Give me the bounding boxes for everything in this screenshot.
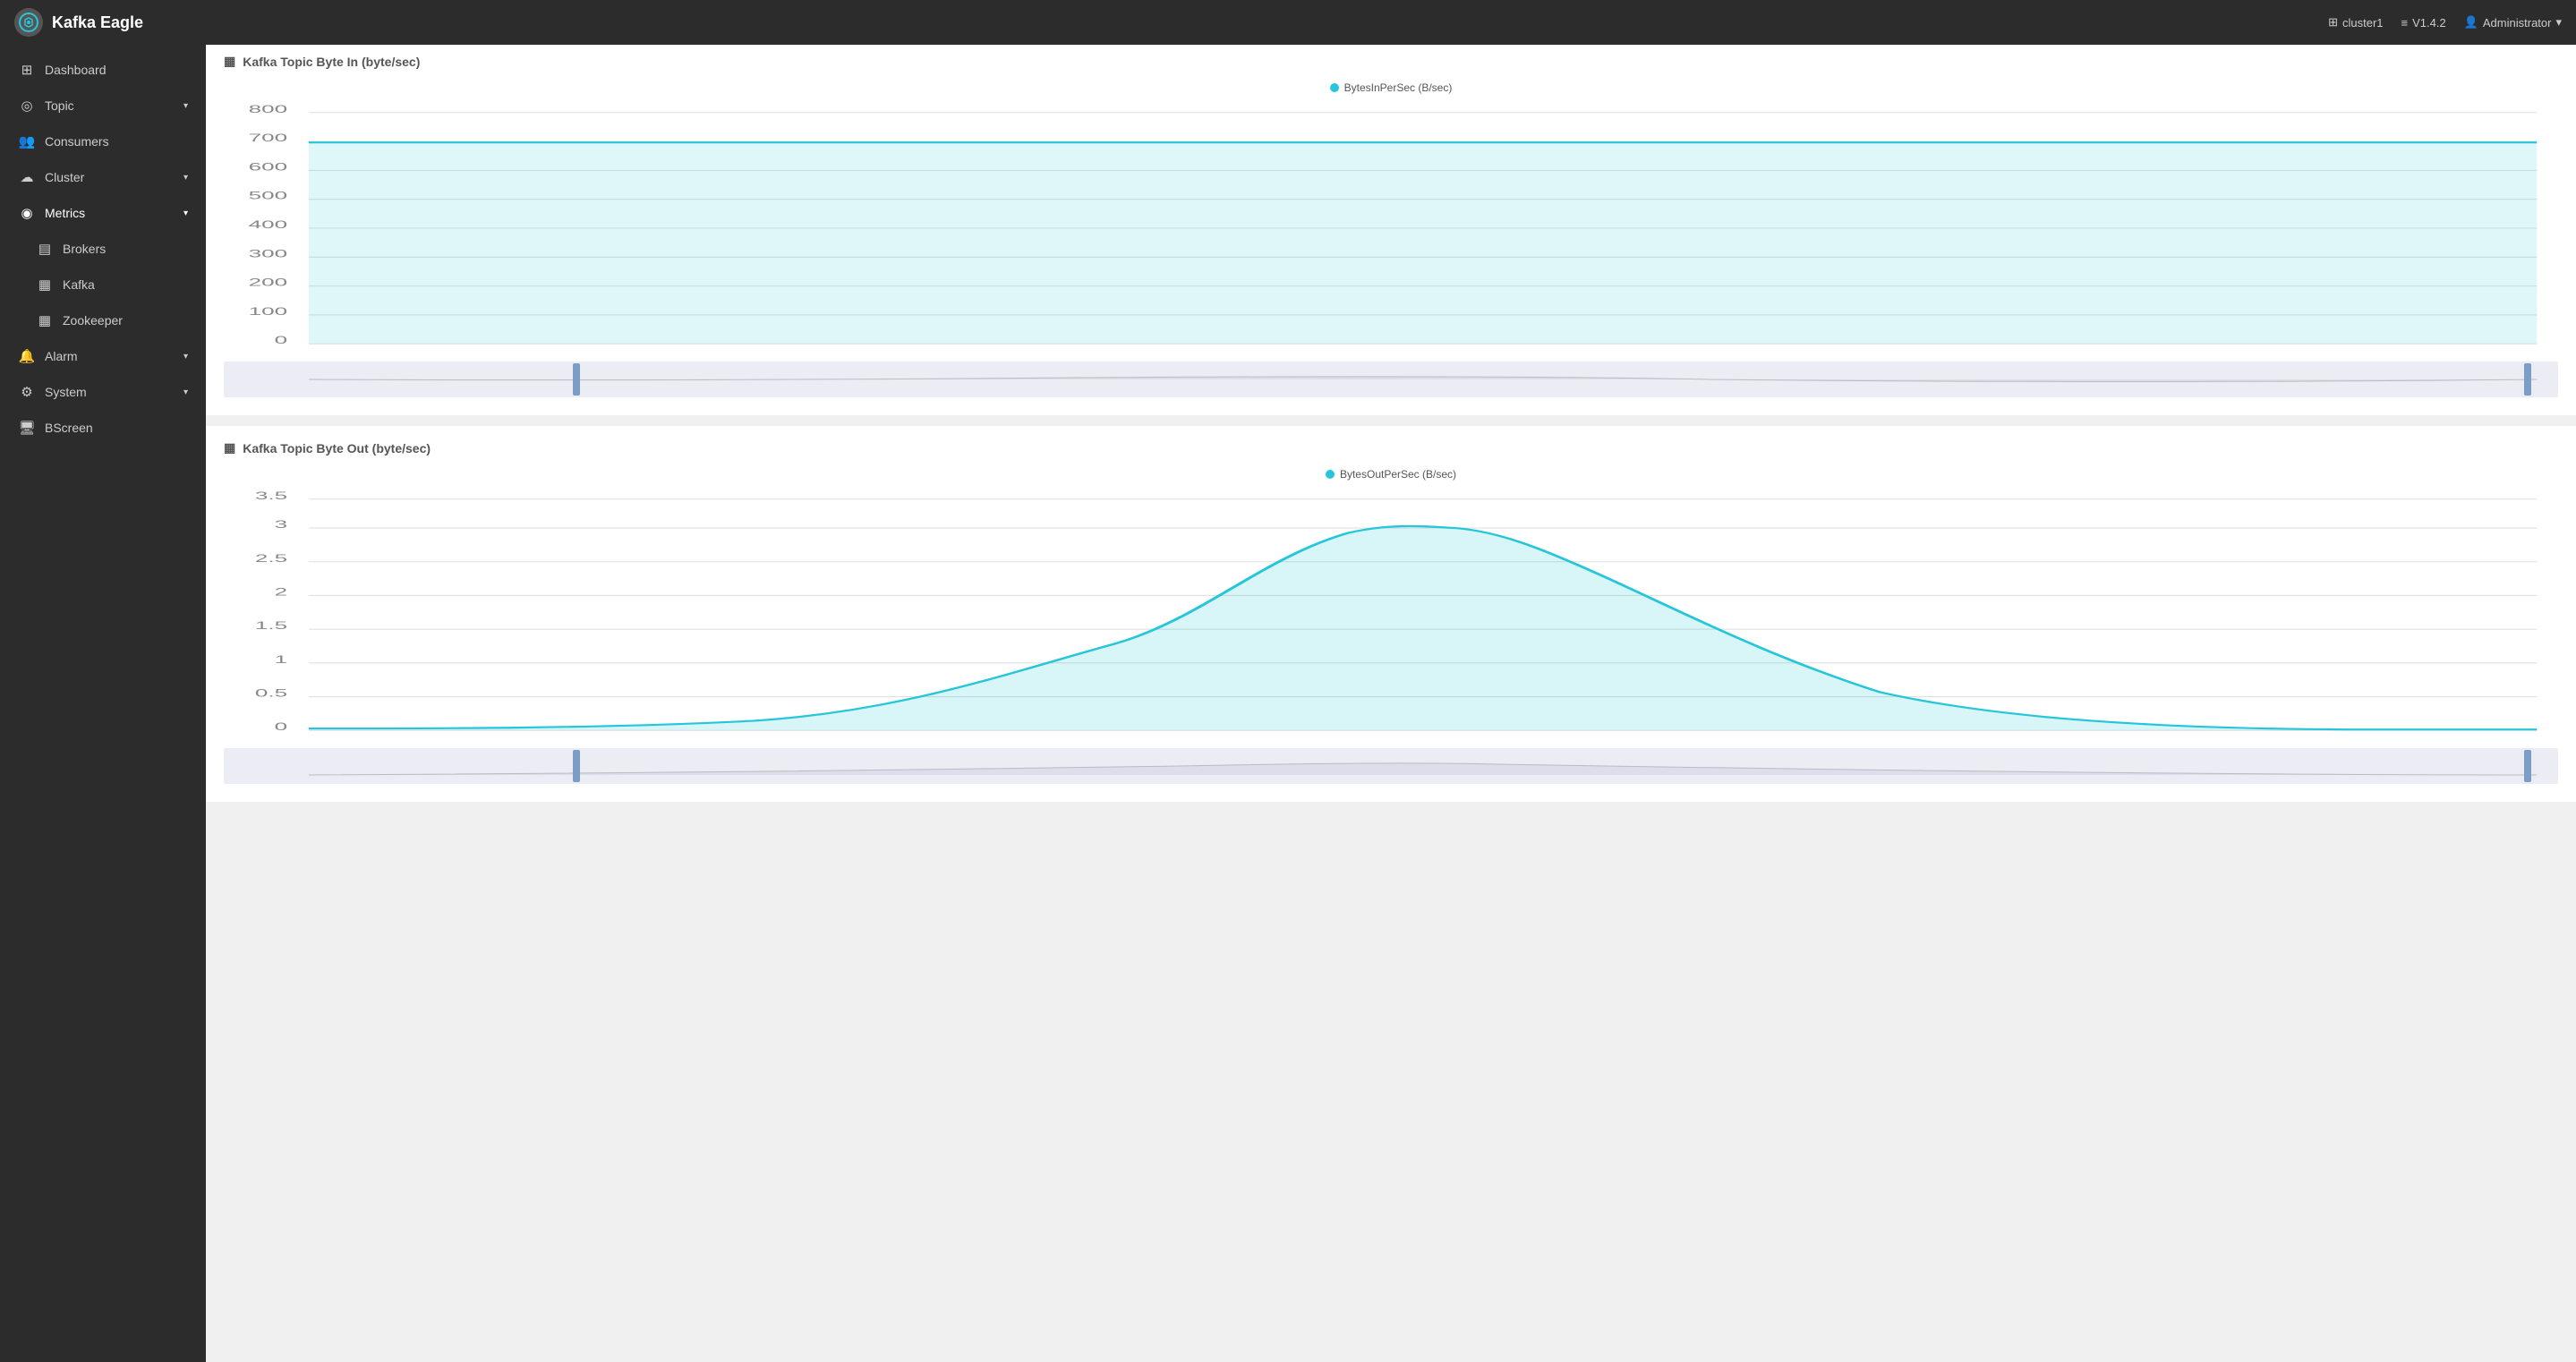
svg-text:400: 400	[249, 219, 288, 231]
byte-out-section: ▦ Kafka Topic Byte Out (byte/sec) BytesO…	[206, 426, 2576, 802]
sidebar-item-brokers[interactable]: ▤ Brokers	[0, 231, 206, 267]
user-dropdown-icon: ▾	[2555, 15, 2562, 30]
svg-text:3: 3	[275, 519, 288, 531]
byte-in-legend-dot	[1330, 83, 1339, 92]
user-icon: 👤	[2464, 15, 2478, 30]
alarm-icon: 🔔	[18, 348, 36, 364]
svg-text:600: 600	[249, 161, 288, 173]
svg-text:2.5: 2.5	[255, 553, 287, 565]
sidebar-label-brokers: Brokers	[63, 242, 106, 256]
brokers-icon: ▤	[36, 241, 54, 257]
svg-text:3.5: 3.5	[255, 490, 287, 502]
byte-in-scroll-right[interactable]	[2524, 363, 2531, 396]
svg-text:2019-12-28 02:42: 2019-12-28 02:42	[925, 739, 1093, 740]
version-info: ≡ V1.4.2	[2401, 16, 2446, 30]
sidebar-label-dashboard: Dashboard	[45, 63, 107, 77]
svg-text:0.5: 0.5	[255, 688, 287, 700]
sidebar-item-topic[interactable]: ◎ Topic ▾	[0, 88, 206, 123]
byte-out-legend-dot	[1326, 470, 1335, 479]
svg-text:2019-12-28 02:45: 2019-12-28 02:45	[1975, 739, 2143, 740]
sidebar-item-consumers[interactable]: 👥 Consumers	[0, 123, 206, 159]
svg-text:2: 2	[275, 587, 288, 599]
sidebar-label-cluster: Cluster	[45, 170, 84, 184]
app-name: Kafka Eagle	[52, 13, 143, 32]
svg-text:0: 0	[275, 335, 288, 346]
cluster-icon: ⊞	[2328, 15, 2338, 30]
topic-arrow-icon: ▾	[183, 101, 188, 111]
sidebar-label-kafka: Kafka	[63, 277, 95, 292]
sidebar-item-cluster[interactable]: ☁ Cluster ▾	[0, 159, 206, 195]
navbar: Kafka Eagle ⊞ cluster1 ≡ V1.4.2 👤 Admini…	[0, 0, 2576, 45]
byte-in-section: ▦ Kafka Topic Byte In (byte/sec) BytesIn…	[206, 45, 2576, 415]
sidebar-item-kafka[interactable]: ▦ Kafka	[0, 267, 206, 302]
brand: Kafka Eagle	[14, 8, 143, 37]
byte-in-scroll-left[interactable]	[573, 363, 580, 396]
main-content: ▦ Kafka Topic Byte In (byte/sec) BytesIn…	[206, 45, 2576, 1362]
sidebar-label-zookeeper: Zookeeper	[63, 313, 123, 328]
byte-out-mini-chart[interactable]	[224, 748, 2558, 784]
byte-in-chart: 0 100 200 300 400 500 600 700 800	[224, 103, 2558, 353]
sidebar-label-consumers: Consumers	[45, 134, 109, 149]
svg-text:2019-12-28 02:44: 2019-12-28 02:44	[1625, 739, 1793, 740]
svg-text:800: 800	[249, 104, 288, 115]
sidebar-label-system: System	[45, 385, 87, 399]
cluster-info: ⊞ cluster1	[2328, 15, 2383, 30]
svg-text:700: 700	[249, 132, 288, 144]
byte-in-mini-chart[interactable]	[224, 362, 2558, 397]
cluster-arrow-icon: ▾	[183, 173, 188, 183]
system-icon: ⚙	[18, 384, 36, 400]
sidebar-item-bscreen[interactable]: 🖥 BScreen	[0, 410, 206, 446]
sidebar-label-topic: Topic	[45, 98, 74, 113]
consumers-icon: 👥	[18, 133, 36, 149]
byte-out-scroll-right[interactable]	[2524, 750, 2531, 782]
topic-icon: ◎	[18, 98, 36, 114]
byte-out-title-icon: ▦	[224, 440, 235, 455]
alarm-arrow-icon: ▾	[183, 352, 188, 362]
byte-in-legend: BytesInPerSec (B/sec)	[224, 81, 2558, 94]
zookeeper-icon: ▦	[36, 312, 54, 328]
svg-text:1.5: 1.5	[255, 620, 287, 632]
byte-in-title-icon: ▦	[224, 54, 235, 69]
svg-text:500: 500	[249, 191, 288, 202]
byte-out-chart: 0 0.5 1 1.5 2 2.5 3 3.5	[224, 489, 2558, 740]
sidebar-item-alarm[interactable]: 🔔 Alarm ▾	[0, 338, 206, 374]
sidebar: ⊞ Dashboard ◎ Topic ▾ 👥 Consumers ☁ Clus…	[0, 45, 206, 1362]
byte-out-title: ▦ Kafka Topic Byte Out (byte/sec)	[224, 440, 2558, 455]
user-info[interactable]: 👤 Administrator ▾	[2464, 15, 2562, 30]
svg-text:2019-12-28 02:43: 2019-12-28 02:43	[1275, 739, 1443, 740]
sidebar-item-system[interactable]: ⚙ System ▾	[0, 374, 206, 410]
kafka-icon: ▦	[36, 277, 54, 293]
version-icon: ≡	[2401, 16, 2409, 30]
metrics-arrow-icon: ▾	[183, 209, 188, 218]
svg-text:100: 100	[249, 306, 288, 318]
logo-icon	[14, 8, 43, 37]
sidebar-item-metrics[interactable]: ◉ Metrics ▾	[0, 195, 206, 231]
svg-text:2019-12-28 02:40: 2019-12-28 02:40	[225, 739, 392, 740]
byte-in-title: ▦ Kafka Topic Byte In (byte/sec)	[224, 54, 2558, 69]
svg-text:2019-12-28 02:41: 2019-12-28 02:41	[575, 739, 742, 740]
svg-text:0: 0	[275, 721, 288, 733]
app-body: ⊞ Dashboard ◎ Topic ▾ 👥 Consumers ☁ Clus…	[0, 45, 2576, 1362]
byte-out-legend: BytesOutPerSec (B/sec)	[224, 468, 2558, 481]
byte-out-scroll-left[interactable]	[573, 750, 580, 782]
byte-out-legend-label: BytesOutPerSec (B/sec)	[1340, 468, 1456, 481]
navbar-right: ⊞ cluster1 ≡ V1.4.2 👤 Administrator ▾	[2328, 15, 2562, 30]
metrics-icon: ◉	[18, 205, 36, 221]
svg-text:200: 200	[249, 277, 288, 289]
svg-text:300: 300	[249, 248, 288, 260]
system-arrow-icon: ▾	[183, 387, 188, 397]
dashboard-icon: ⊞	[18, 62, 36, 78]
sidebar-label-metrics: Metrics	[45, 206, 85, 220]
svg-text:1: 1	[275, 654, 288, 666]
bscreen-icon: 🖥	[18, 420, 36, 436]
sidebar-label-bscreen: BScreen	[45, 421, 93, 435]
sidebar-item-zookeeper[interactable]: ▦ Zookeeper	[0, 302, 206, 338]
cluster-nav-icon: ☁	[18, 169, 36, 185]
svg-text:2019-12-28 02:46: 2019-12-28 02:46	[2453, 739, 2558, 740]
byte-in-legend-label: BytesInPerSec (B/sec)	[1344, 81, 1453, 94]
sidebar-label-alarm: Alarm	[45, 349, 78, 363]
sidebar-item-dashboard[interactable]: ⊞ Dashboard	[0, 52, 206, 88]
